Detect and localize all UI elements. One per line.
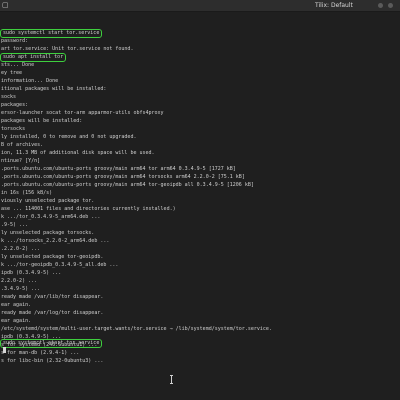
terminal-line: .9-5) ... [1,222,29,228]
terminal-line: ear again. [1,302,32,308]
terminal-line: sts... Done [1,62,35,68]
terminal-line: B of archives. [1,142,44,148]
terminal-line: ey tree [1,70,23,76]
title-bar: ▢ Tilix: Default [0,0,400,12]
text-cursor [3,347,6,353]
terminal-line-command: sudo systemctl start tor.service [0,339,103,348]
terminal-window: ▢ Tilix: Default sudo systemctl start to… [0,0,400,400]
terminal-output[interactable]: sudo systemctl start tor.service passwor… [0,12,400,400]
minimize-icon[interactable] [378,3,383,8]
terminal-line: packages: [1,102,29,108]
terminal-line: k .../torsocks_2.2.0-2_arm64.deb ... [1,238,110,244]
terminal-line: in 16s (156 kB/s) [1,190,53,196]
terminal-line: ntinue? [Y/n] [1,158,41,164]
window-menu-icon[interactable]: ▢ [2,0,9,11]
terminal-line: ion, 11.3 MB of additional disk space wi… [1,150,155,156]
terminal-line: k .../tor_0.3.4.9-5_arm64.deb ... [1,214,101,220]
terminal-line: k .../tor-geoipdb_0.3.4.9-5_all.deb ... [1,262,119,268]
terminal-line: ersor-launcher socat tor-arm apparmor-ut… [1,110,164,116]
terminal-line: packages will be installed: [1,118,83,124]
terminal-line: .2.2.0-2) ... [1,246,41,252]
terminal-line: ear again. [1,318,32,324]
mouse-ibeam-icon [170,375,173,384]
terminal-line: viously unselected package tor. [1,198,95,204]
terminal-line: .3.4.9-5) ... [1,286,41,292]
terminal-line: ready made /var/lib/tor disappear. [1,294,104,300]
window-title: Tilix: Default [315,2,353,9]
close-icon[interactable] [388,3,393,8]
terminal-line: s for man-db (2.9.4-1) ... [1,350,80,356]
terminal-line: ase ... 114001 files and directories cur… [1,206,176,212]
terminal-line: password: [1,38,29,44]
terminal-line-command: sudo apt install tor [0,53,67,62]
terminal-line: art tor.service: Unit tor.service not fo… [1,46,134,52]
terminal-line-command: sudo systemctl start tor.service [0,29,103,38]
terminal-line: information... Done [1,78,59,84]
terminal-line: .ports.ubuntu.com/ubuntu-ports groovy/ma… [1,182,254,188]
terminal-line: 2.2.0-2) ... [1,278,38,284]
terminal-line: itional packages will be installed: [1,86,107,92]
terminal-line: .ports.ubuntu.com/ubuntu-ports groovy/ma… [1,174,245,180]
terminal-line: ly installed, 0 to remove and 0 not upgr… [1,134,137,140]
terminal-line: ly unselected package torsocks. [1,230,95,236]
terminal-line: socks [1,94,17,100]
terminal-line: torsocks [1,126,26,132]
terminal-line: ready made /var/log/tor disappear. [1,310,104,316]
terminal-line: ly unselected package tor-geoipdb. [1,254,104,260]
terminal-line: /etc/systemd/system/multi-user.target.wa… [1,326,272,332]
terminal-line: ipdb (0.3.4.9-5) ... [1,270,62,276]
terminal-line: .ports.ubuntu.com/ubuntu-ports groovy/ma… [1,166,236,172]
terminal-line: s for libc-bin (2.32-0ubuntu3) ... [1,358,104,364]
